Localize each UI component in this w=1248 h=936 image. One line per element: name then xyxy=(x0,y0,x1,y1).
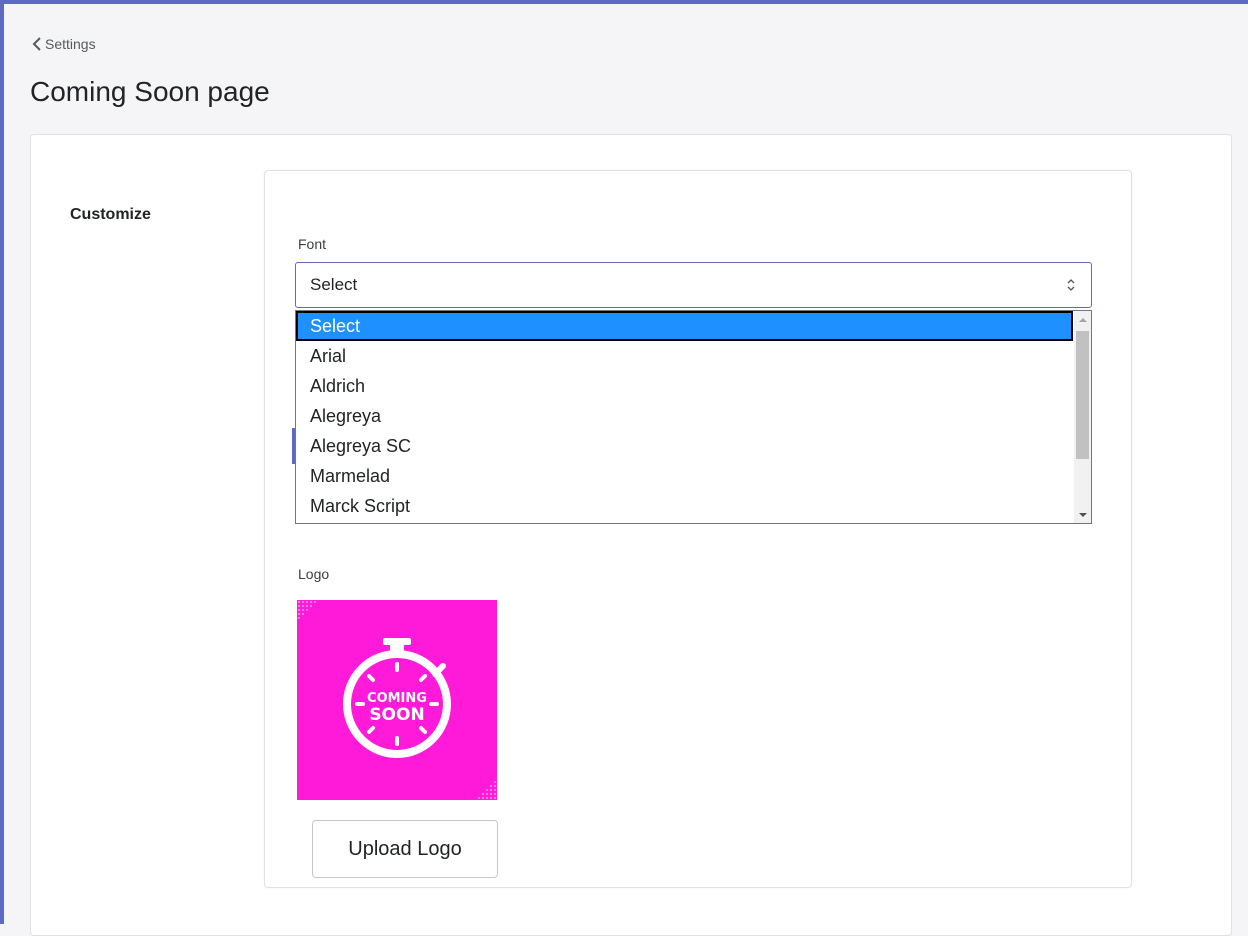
font-field-label: Font xyxy=(298,236,327,252)
logo-text-coming: COMING xyxy=(367,691,427,706)
logo-preview-image: COMING SOON xyxy=(297,600,497,800)
font-option-alegreya-sc[interactable]: Alegreya SC xyxy=(296,431,1073,461)
scroll-down-arrow-icon[interactable] xyxy=(1074,506,1091,523)
font-option-marck-script[interactable]: Marck Script xyxy=(296,491,1073,521)
dropdown-scrollbar[interactable] xyxy=(1074,311,1091,523)
back-label: Settings xyxy=(45,36,96,52)
font-select-value: Select xyxy=(310,275,358,294)
logo-field-label: Logo xyxy=(298,566,330,582)
font-dropdown-list[interactable]: Select Arial Aldrich Alegreya Alegreya S… xyxy=(295,310,1092,524)
font-option-aldrich[interactable]: Aldrich xyxy=(296,371,1073,401)
page-title: Coming Soon page xyxy=(30,76,270,107)
font-option-alegreya[interactable]: Alegreya xyxy=(296,401,1073,431)
back-to-settings-link[interactable]: Settings xyxy=(32,36,96,52)
font-select[interactable]: Select xyxy=(295,262,1092,308)
font-option-marmelad[interactable]: Marmelad xyxy=(296,461,1073,491)
logo-text-soon: SOON xyxy=(369,705,424,725)
font-option-select[interactable]: Select xyxy=(296,311,1073,341)
select-arrows-icon xyxy=(1067,279,1075,291)
upload-logo-button[interactable]: Upload Logo xyxy=(312,820,498,878)
section-label-customize: Customize xyxy=(70,206,151,223)
chevron-left-icon xyxy=(32,37,41,51)
scroll-thumb[interactable] xyxy=(1076,331,1089,459)
font-option-arial[interactable]: Arial xyxy=(296,341,1073,371)
scroll-up-arrow-icon[interactable] xyxy=(1074,311,1091,328)
